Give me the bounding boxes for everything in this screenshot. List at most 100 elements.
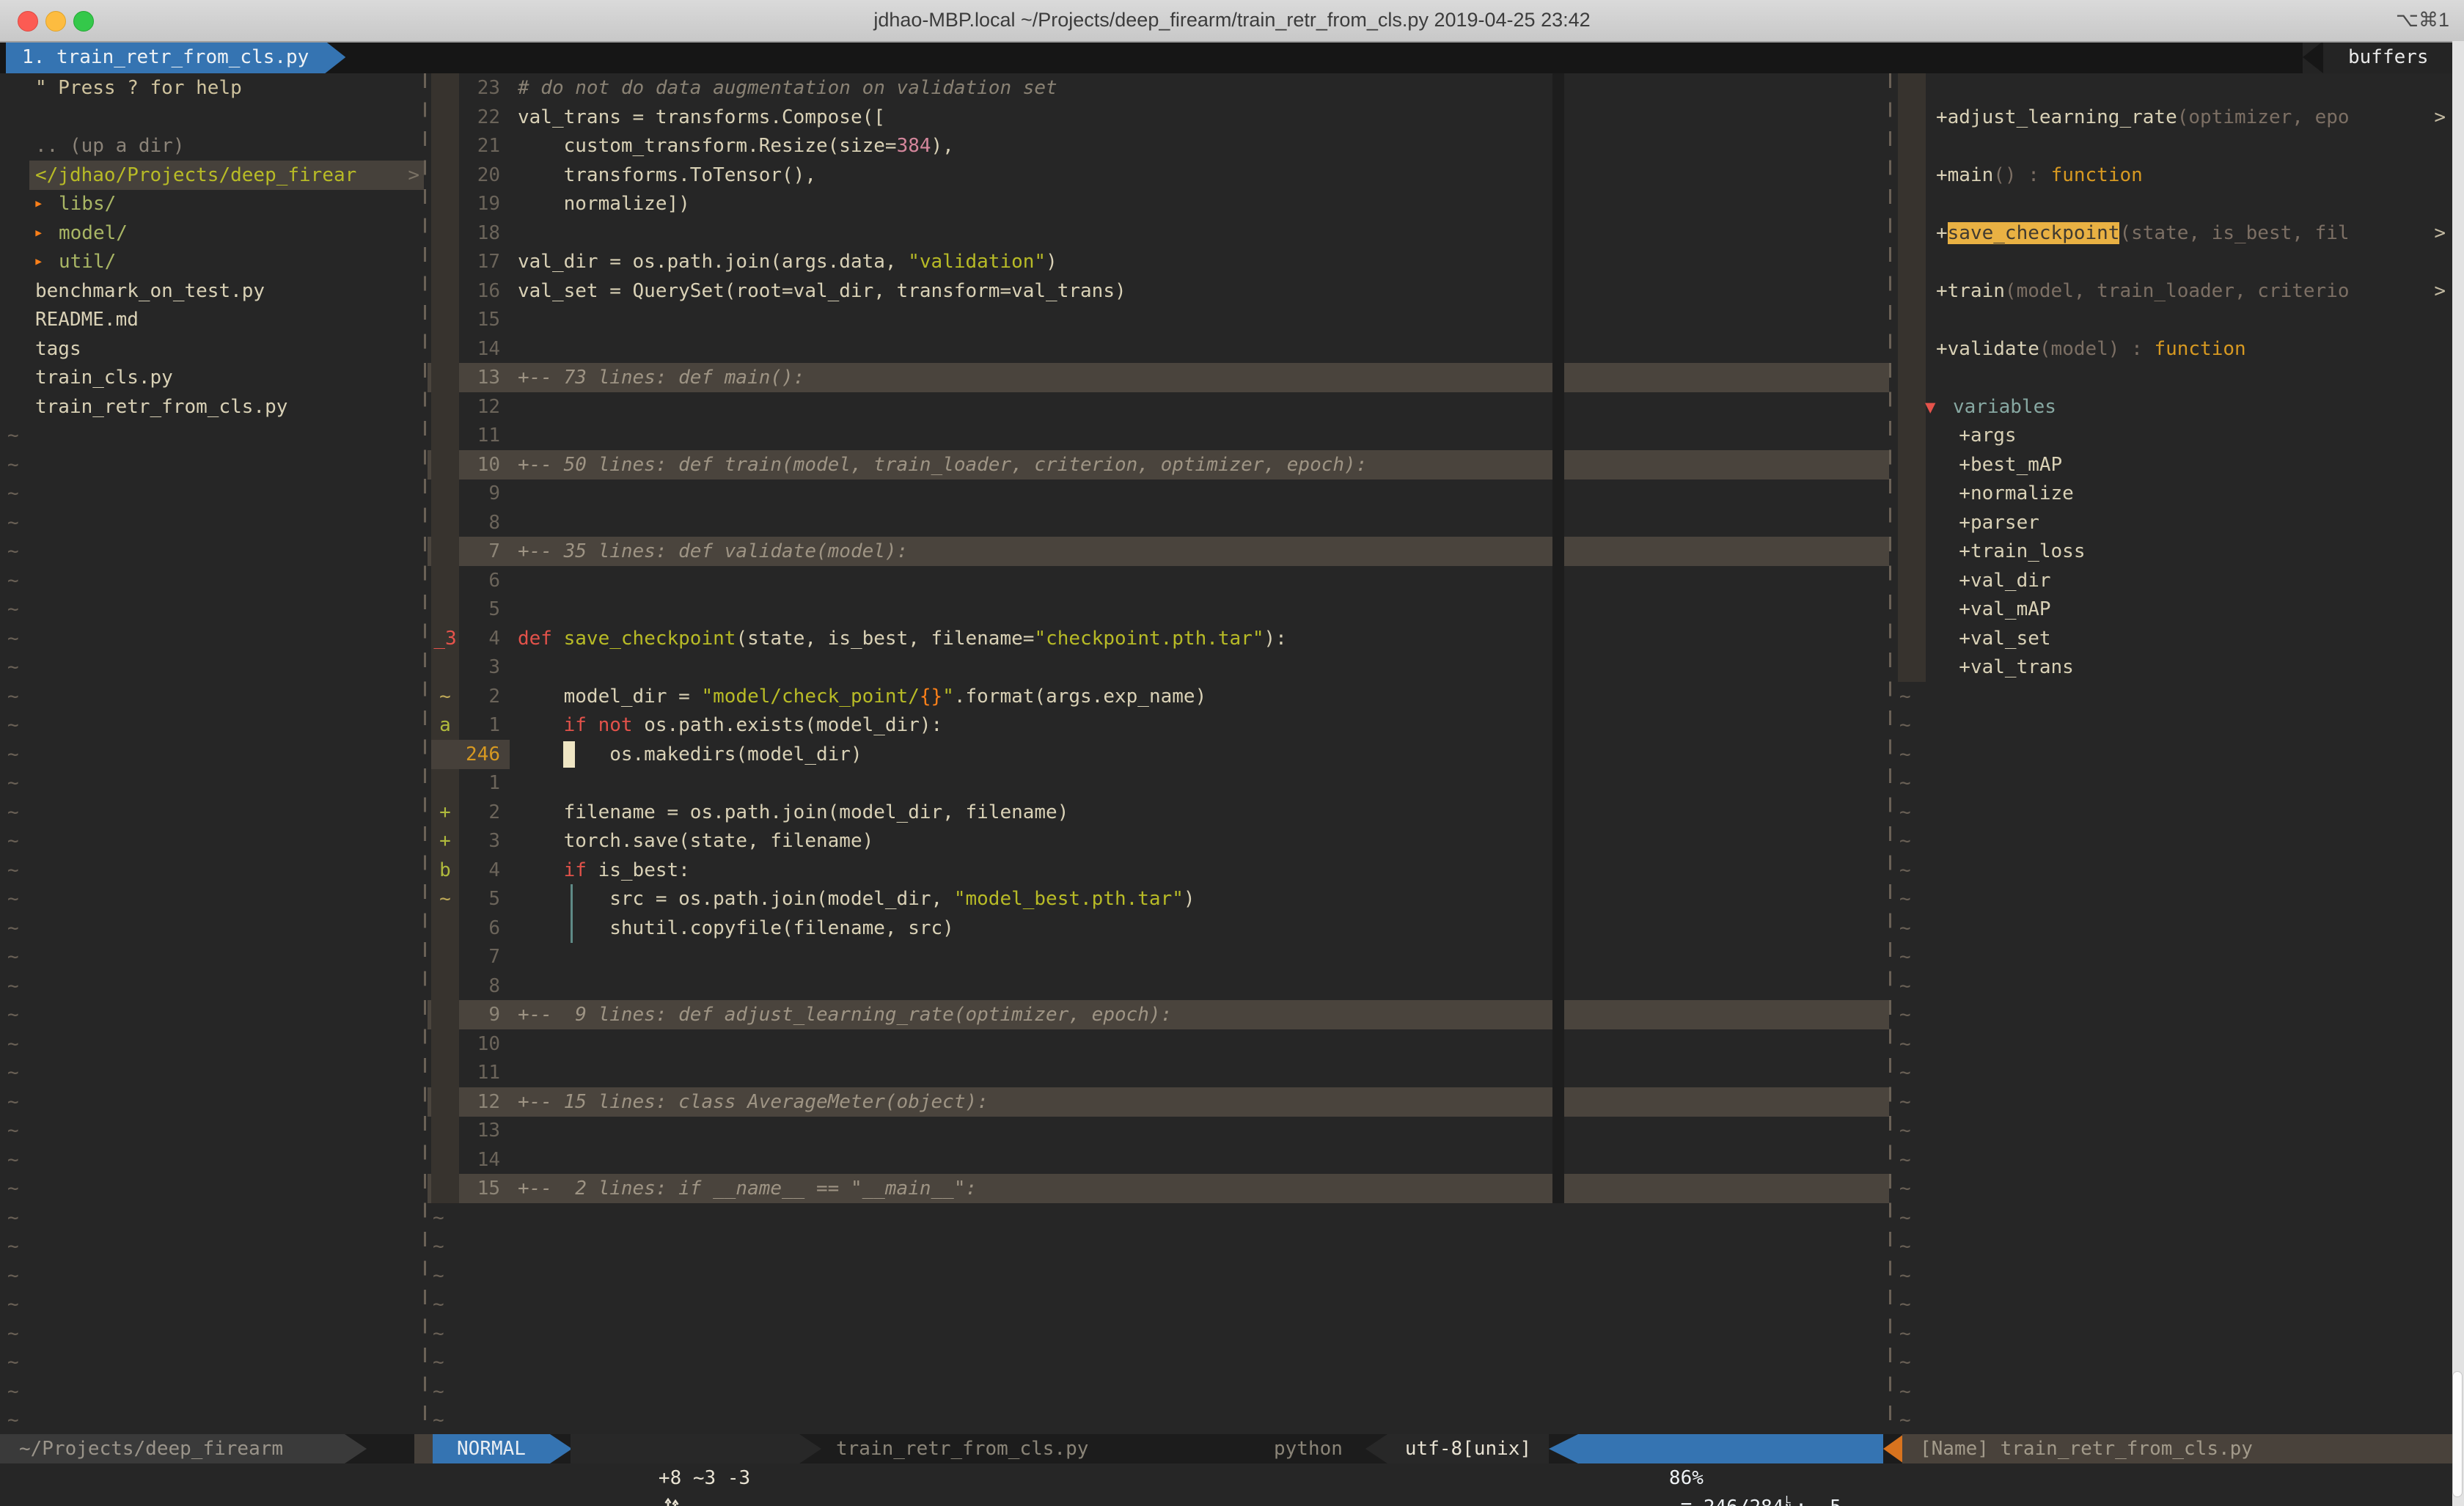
- folded-line[interactable]: 7+-- 35 lines: def validate(model):: [428, 537, 1889, 566]
- tag-item[interactable]: +validate(model) : function: [1894, 334, 2450, 364]
- code-line[interactable]: 8: [428, 508, 1889, 537]
- tag-text: +main: [1936, 164, 1993, 186]
- code-line[interactable]: 3: [428, 653, 1889, 682]
- chevron-right-icon[interactable]: ▸: [34, 218, 43, 248]
- scrollbar-thumb[interactable]: [2452, 1371, 2463, 1497]
- folded-line[interactable]: 9+-- 9 lines: def adjust_learning_rate(o…: [428, 1000, 1889, 1029]
- line-number: 246: [459, 740, 500, 769]
- chevron-right-icon[interactable]: ▸: [34, 189, 43, 218]
- tree-item[interactable]: [0, 103, 424, 132]
- code-line[interactable]: 2~ model_dir = "model/check_point/{}".fo…: [428, 682, 1889, 711]
- code-line[interactable]: 4_3def save_checkpoint(state, is_best, f…: [428, 624, 1889, 653]
- code-line[interactable]: 5: [428, 595, 1889, 624]
- tag-item[interactable]: +main() : function: [1894, 161, 2450, 190]
- statusline-position: 86% ≡ 246/284LN: 5: [1578, 1434, 1883, 1463]
- code-line[interactable]: 8: [428, 971, 1889, 1001]
- tree-item-text: tags: [35, 338, 81, 360]
- code-line[interactable]: 11: [428, 421, 1889, 450]
- code-line[interactable]: 15: [428, 305, 1889, 334]
- code-line[interactable]: 17val_dir = os.path.join(args.data, "val…: [428, 247, 1889, 276]
- code-line[interactable]: 11: [428, 1058, 1889, 1087]
- code-line[interactable]: 1: [428, 768, 1889, 798]
- tilde-marker: ~: [1899, 1203, 1911, 1233]
- code-line[interactable]: 4b if is_best:: [428, 856, 1889, 885]
- code-line[interactable]: 6: [428, 566, 1889, 595]
- tree-item[interactable]: benchmark_on_test.py: [0, 276, 424, 306]
- code-line[interactable]: 1a if not os.path.exists(model_dir):: [428, 710, 1889, 740]
- tree-item[interactable]: ▸libs/: [0, 189, 424, 218]
- tree-item[interactable]: .. (up a dir): [0, 131, 424, 161]
- code-line[interactable]: 246 os.makedirs(model_dir): [428, 740, 1889, 769]
- window-separator[interactable]: [424, 73, 426, 1434]
- window-separator[interactable]: [1889, 73, 1891, 1434]
- tag-item[interactable]: +normalize: [1894, 479, 2450, 508]
- editor-panel[interactable]: 23# do not do data augmentation on valid…: [428, 73, 1889, 1434]
- window-shortcut-badge: ⌥⌘1: [2396, 9, 2449, 32]
- empty-line: ~: [0, 450, 424, 480]
- tilde-marker: ~: [7, 653, 19, 682]
- tilde-marker: ~: [433, 1319, 444, 1348]
- tag-item[interactable]: +best_mAP: [1894, 450, 2450, 480]
- tree-item[interactable]: tags: [0, 334, 424, 364]
- tab-train-retr-from-cls[interactable]: 1. train_retr_from_cls.py: [6, 41, 345, 73]
- code-line[interactable]: 21 custom_transform.Resize(size=384),: [428, 131, 1889, 161]
- tag-item[interactable]: +train_loss: [1894, 537, 2450, 566]
- code-line[interactable]: 9: [428, 479, 1889, 508]
- line-number: 9: [459, 1000, 500, 1029]
- code-line[interactable]: 2+ filename = os.path.join(model_dir, fi…: [428, 798, 1889, 827]
- command-line[interactable]: [0, 1463, 2464, 1506]
- tabline-buffers[interactable]: buffers: [2303, 41, 2454, 73]
- tag-item[interactable]: +adjust_learning_rate(optimizer, epo>: [1894, 103, 2450, 132]
- tagbar-gutter: [1898, 73, 1926, 682]
- code-line[interactable]: 22val_trans = transforms.Compose([: [428, 103, 1889, 132]
- tree-item[interactable]: " Press ? for help: [0, 73, 424, 103]
- tilde-marker: ~: [1899, 1290, 1911, 1319]
- tree-item[interactable]: ▸model/: [0, 218, 424, 248]
- code-line[interactable]: 18: [428, 218, 1889, 248]
- tag-item[interactable]: +val_mAP: [1894, 595, 2450, 624]
- code-line[interactable]: 5~ src = os.path.join(model_dir, "model_…: [428, 884, 1889, 914]
- tree-item[interactable]: train_retr_from_cls.py: [0, 392, 424, 422]
- code-line[interactable]: 13: [428, 1116, 1889, 1145]
- tag-label: +best_mAP: [1936, 450, 2062, 480]
- code-line[interactable]: 14: [428, 334, 1889, 364]
- tag-item[interactable]: +save_checkpoint(state, is_best, fil>: [1894, 218, 2450, 248]
- code-token: "model/check_point/: [701, 686, 919, 708]
- code-line[interactable]: 23# do not do data augmentation on valid…: [428, 73, 1889, 103]
- empty-line: ~: [0, 1174, 424, 1203]
- tree-item[interactable]: README.md: [0, 305, 424, 334]
- code-line[interactable]: 10: [428, 1029, 1889, 1059]
- code-line[interactable]: 3+ torch.save(state, filename): [428, 826, 1889, 856]
- code-line[interactable]: 20 transforms.ToTensor(),: [428, 161, 1889, 190]
- tag-item[interactable]: +args: [1894, 421, 2450, 450]
- folded-line[interactable]: 15+-- 2 lines: if __name__ == "__main__"…: [428, 1174, 1889, 1203]
- tag-item[interactable]: +train(model, train_loader, criterio>: [1894, 276, 2450, 306]
- scrollbar-track[interactable]: [2452, 41, 2464, 1506]
- folded-line[interactable]: 10+-- 50 lines: def train(model, train_l…: [428, 450, 1889, 480]
- empty-line: ~: [1894, 884, 2450, 914]
- code-line[interactable]: 6 shutil.copyfile(filename, src): [428, 914, 1889, 943]
- tree-item[interactable]: </jdhao/Projects/deep_firear>: [0, 161, 424, 190]
- code-line[interactable]: 19 normalize]): [428, 189, 1889, 218]
- empty-line: ~: [0, 1058, 424, 1087]
- tag-item[interactable]: +val_trans: [1894, 653, 2450, 682]
- tree-item[interactable]: ▸util/: [0, 247, 424, 276]
- tree-item[interactable]: train_cls.py: [0, 363, 424, 392]
- code-line[interactable]: 16val_set = QuerySet(root=val_dir, trans…: [428, 276, 1889, 306]
- tag-item[interactable]: +val_set: [1894, 624, 2450, 653]
- statusline-tagbar: [Name] train_retr_from_cls.py: [1902, 1434, 2452, 1463]
- empty-line: ~: [0, 479, 424, 508]
- tag-item[interactable]: +parser: [1894, 508, 2450, 537]
- chevron-right-icon[interactable]: ▸: [34, 247, 43, 276]
- tag-label: +val_trans: [1936, 653, 2074, 682]
- code-line[interactable]: 12: [428, 392, 1889, 422]
- folded-line[interactable]: 13+-- 73 lines: def main():: [428, 363, 1889, 392]
- triangle-down-icon[interactable]: ▼: [1925, 392, 1935, 422]
- code-token: ": [942, 686, 954, 708]
- tag-label: +args: [1936, 421, 2017, 450]
- tag-item[interactable]: +val_dir: [1894, 566, 2450, 595]
- tag-kind-header[interactable]: ▼variables: [1894, 392, 2450, 422]
- code-line[interactable]: 14: [428, 1145, 1889, 1175]
- folded-line[interactable]: 12+-- 15 lines: class AverageMeter(objec…: [428, 1087, 1889, 1117]
- code-line[interactable]: 7: [428, 942, 1889, 971]
